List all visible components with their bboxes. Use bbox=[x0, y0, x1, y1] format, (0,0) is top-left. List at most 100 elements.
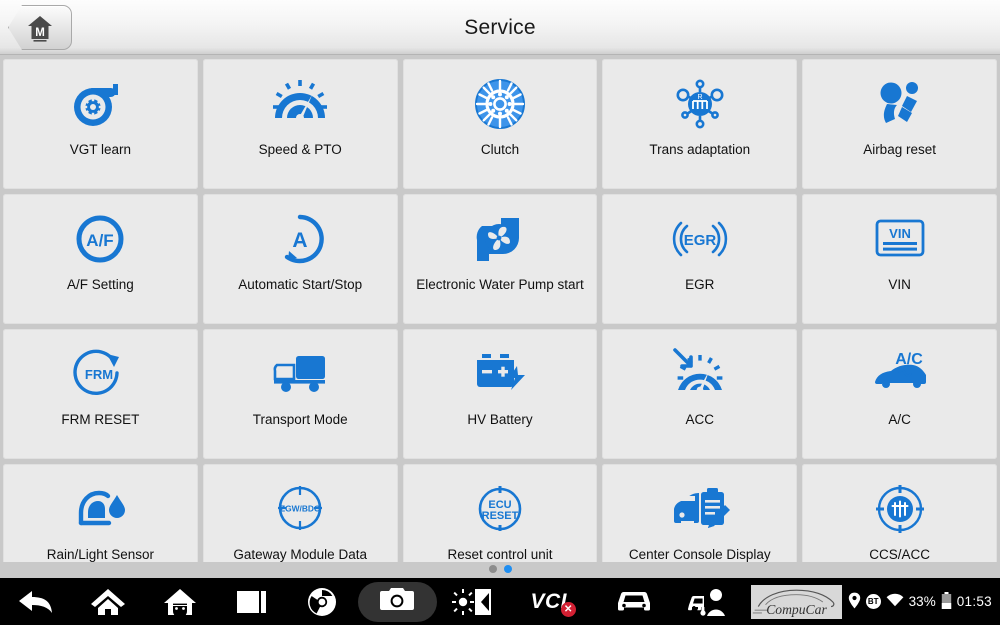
nav-android-home-button[interactable] bbox=[144, 578, 216, 625]
battery-percent: 33% bbox=[908, 594, 936, 609]
svg-text:FRM: FRM bbox=[85, 367, 113, 382]
battery-icon bbox=[941, 591, 952, 612]
page-dot-2[interactable] bbox=[503, 565, 512, 573]
page-indicator bbox=[0, 562, 1000, 576]
service-tile-transport-mode[interactable]: Transport Mode bbox=[202, 329, 398, 459]
nav-camera-button[interactable] bbox=[358, 581, 437, 622]
ecu-reset-icon: ECU RESET bbox=[468, 478, 532, 540]
vci-status-badge: ✕ bbox=[560, 601, 576, 617]
nav-recents-button[interactable] bbox=[216, 578, 288, 625]
service-tile-a-c[interactable]: A/C A/C bbox=[802, 329, 997, 459]
truck-icon bbox=[268, 343, 332, 405]
turbocharger-icon bbox=[68, 73, 132, 135]
back-arrow-icon bbox=[17, 587, 55, 617]
service-tile-label: Center Console Display Service History bbox=[628, 547, 771, 562]
service-tile-electronic-water-pump-start[interactable]: Electronic Water Pump start bbox=[402, 194, 598, 324]
vci-icon: VCI ✕ bbox=[530, 590, 576, 617]
bluetooth-icon: BT bbox=[865, 594, 881, 609]
transmission-gear-icon: R bbox=[668, 73, 732, 135]
service-tile-label: Gateway Module Data Calibration bbox=[233, 547, 367, 562]
service-tile-label: A/F Setting bbox=[67, 277, 134, 292]
service-tile-ccs-acc[interactable]: CCS/ACC bbox=[802, 464, 997, 562]
service-tile-frm-reset[interactable]: FRM FRM RESET bbox=[3, 329, 198, 459]
speedometer-icon bbox=[268, 73, 332, 135]
service-tile-label: Transport Mode bbox=[252, 412, 348, 427]
nav-display-button[interactable] bbox=[439, 578, 505, 625]
clock: 01:53 bbox=[956, 594, 992, 609]
zgw-bdc-icon: ZGW/BDC bbox=[268, 478, 332, 540]
status-area: BT 33% 01:53 bbox=[848, 591, 1000, 612]
service-tile-grid: VGT learn Speed & PTO Clutch R Trans adaptat… bbox=[0, 56, 1000, 562]
service-tile-label: VIN bbox=[888, 277, 911, 292]
car-technician-icon bbox=[687, 587, 729, 617]
brightness-volume-icon bbox=[451, 587, 492, 617]
service-tile-label: A/C bbox=[888, 412, 911, 427]
service-tile-label: Speed & PTO bbox=[258, 142, 342, 157]
service-tile-label: Rain/Light Sensor bbox=[46, 547, 155, 562]
service-tile-label: EGR bbox=[685, 277, 715, 292]
frm-reset-icon: FRM bbox=[68, 343, 132, 405]
nav-browser-button[interactable] bbox=[288, 578, 356, 625]
service-tile-label: VGT learn bbox=[69, 142, 132, 157]
svg-text:RESET: RESET bbox=[482, 510, 519, 522]
service-tile-speed-pto[interactable]: Speed & PTO bbox=[202, 59, 398, 189]
service-tile-rain-light-sensor[interactable]: Rain/Light Sensor bbox=[3, 464, 198, 562]
ccs-acc-radar-icon bbox=[868, 478, 932, 540]
service-tile-vgt-learn[interactable]: VGT learn bbox=[3, 59, 198, 189]
nav-vci-button[interactable]: VCI ✕ bbox=[505, 578, 597, 625]
svg-text:A: A bbox=[293, 229, 308, 252]
rain-light-sensor-icon bbox=[68, 478, 132, 540]
service-tile-hv-battery[interactable]: HV Battery bbox=[402, 329, 598, 459]
nav-home-button[interactable] bbox=[72, 578, 144, 625]
service-screen: M Service VGT learn Speed & PTO Clutch R Tra… bbox=[0, 0, 1000, 625]
vin-plate-icon: VIN bbox=[868, 208, 932, 270]
service-tile-a-f-setting[interactable]: A/F A/F Setting bbox=[3, 194, 198, 324]
service-tile-egr[interactable]: EGR EGR bbox=[602, 194, 798, 324]
ac-car-icon: A/C bbox=[868, 343, 932, 405]
service-tile-label: ACC bbox=[685, 412, 715, 427]
svg-text:R: R bbox=[697, 94, 702, 101]
page-dot-1[interactable] bbox=[488, 565, 497, 573]
service-tile-vin[interactable]: VIN VIN bbox=[802, 194, 997, 324]
service-tile-label: Reset control unit bbox=[447, 547, 553, 562]
car-clipboard-icon bbox=[668, 478, 732, 540]
hv-battery-icon bbox=[468, 343, 532, 405]
camera-icon bbox=[379, 585, 415, 618]
svg-text:EGR: EGR bbox=[684, 232, 717, 249]
car-icon bbox=[614, 589, 654, 615]
clutch-disc-icon bbox=[468, 73, 532, 135]
service-tile-label: HV Battery bbox=[467, 412, 533, 427]
service-tile-label: Airbag reset bbox=[863, 142, 936, 157]
home-icon bbox=[90, 586, 126, 618]
service-tile-center-console-display-service-history[interactable]: Center Console Display Service History bbox=[602, 464, 798, 562]
nav-technician-button[interactable] bbox=[671, 578, 745, 625]
service-tile-gateway-module-data-calibration[interactable]: ZGW/BDC Gateway Module Data Calibration bbox=[202, 464, 398, 562]
auto-start-stop-icon: A bbox=[268, 208, 332, 270]
bottom-nav-bar: VCI ✕ CompuCar BT 33% 01:53 bbox=[0, 578, 1000, 625]
wifi-icon bbox=[886, 593, 904, 610]
nav-vehicle-button[interactable] bbox=[597, 578, 671, 625]
android-house-icon bbox=[162, 586, 198, 618]
recents-square-icon bbox=[235, 588, 269, 616]
service-tile-airbag-reset[interactable]: Airbag reset bbox=[802, 59, 997, 189]
service-tile-label: Automatic Start/Stop bbox=[238, 277, 363, 292]
page-title: Service bbox=[464, 15, 536, 39]
service-tile-label: Clutch bbox=[480, 142, 520, 157]
service-tile-clutch[interactable]: Clutch bbox=[402, 59, 598, 189]
service-tile-label: Electronic Water Pump start bbox=[416, 277, 584, 292]
nav-back-button[interactable] bbox=[0, 578, 72, 625]
location-pin-icon bbox=[848, 592, 861, 612]
chrome-browser-icon bbox=[306, 586, 338, 618]
service-tile-automatic-start-stop[interactable]: A Automatic Start/Stop bbox=[202, 194, 398, 324]
service-tile-label: Trans adaptation bbox=[649, 142, 751, 157]
svg-text:VIN: VIN bbox=[889, 226, 911, 241]
af-circle-icon: A/F bbox=[68, 208, 132, 270]
title-bar: M Service bbox=[0, 0, 1000, 55]
service-tile-acc[interactable]: ACC bbox=[602, 329, 798, 459]
water-pump-icon bbox=[468, 208, 532, 270]
svg-text:A/C: A/C bbox=[895, 351, 923, 368]
compucar-logo: CompuCar bbox=[750, 584, 842, 619]
service-tile-trans-adaptation[interactable]: R Trans adaptation bbox=[602, 59, 798, 189]
compucar-logo-text: CompuCar bbox=[766, 601, 827, 616]
service-tile-reset-control-unit[interactable]: ECU RESET Reset control unit bbox=[402, 464, 598, 562]
